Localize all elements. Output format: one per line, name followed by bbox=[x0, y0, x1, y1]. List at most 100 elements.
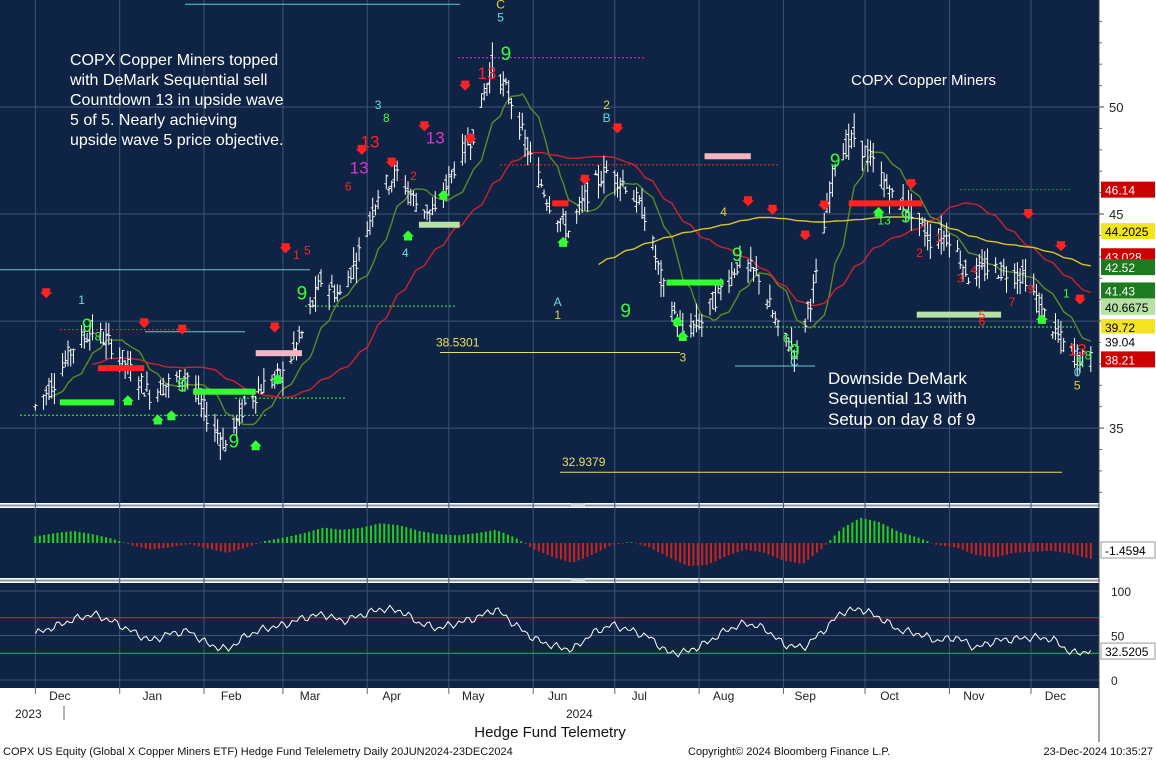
annotation-text: Downside DeMark bbox=[828, 369, 967, 388]
macd-bar bbox=[869, 519, 872, 543]
setup-bar bbox=[704, 153, 751, 160]
macd-bar bbox=[657, 543, 660, 552]
macd-bar bbox=[409, 528, 412, 543]
macd-bar bbox=[727, 543, 730, 556]
macd-bar bbox=[445, 534, 448, 543]
macd-bar bbox=[913, 536, 916, 543]
macd-bar bbox=[180, 543, 183, 546]
demark-count-digit: 8 bbox=[383, 111, 390, 125]
macd-bar bbox=[838, 531, 841, 543]
macd-bar bbox=[997, 543, 1000, 557]
macd-bar bbox=[922, 539, 925, 543]
macd-bar bbox=[939, 543, 942, 546]
macd-bar bbox=[692, 543, 695, 566]
macd-bar bbox=[793, 543, 796, 563]
macd-bar bbox=[113, 539, 116, 543]
macd-bar bbox=[975, 543, 978, 556]
macd-bar bbox=[228, 543, 231, 553]
demark-count-digit: 1 bbox=[293, 248, 300, 262]
x-tick-label: May bbox=[462, 689, 485, 703]
macd-bar bbox=[82, 532, 85, 543]
demark-count-digit: 1 bbox=[935, 231, 942, 245]
macd-bar bbox=[723, 543, 726, 558]
macd-bar bbox=[74, 531, 77, 543]
macd-bar bbox=[162, 543, 165, 549]
macd-bar bbox=[674, 543, 677, 561]
price-tag-label: 40.6675 bbox=[1105, 301, 1149, 315]
demark-count-digit: 4 bbox=[402, 246, 409, 260]
demark-count-digit: 6 bbox=[345, 179, 352, 193]
macd-bar bbox=[272, 539, 275, 543]
macd-bar bbox=[78, 531, 81, 543]
macd-bar bbox=[617, 543, 620, 544]
macd-bar bbox=[471, 533, 474, 543]
macd-bar bbox=[824, 543, 827, 545]
price-tag-label: 44.2025 bbox=[1105, 225, 1149, 239]
macd-bar bbox=[873, 520, 876, 543]
macd-bar bbox=[908, 535, 911, 543]
macd-bar bbox=[308, 531, 311, 543]
demark-count-label: 13 bbox=[350, 158, 369, 177]
macd-bar bbox=[38, 535, 41, 543]
macd-bar bbox=[171, 543, 174, 547]
macd-bar bbox=[877, 521, 880, 543]
price-tag-label: 39.72 bbox=[1105, 321, 1135, 335]
macd-bar bbox=[1001, 543, 1004, 556]
macd-bar bbox=[131, 543, 134, 546]
rsi-tick-label: 50 bbox=[1111, 630, 1125, 644]
macd-bar bbox=[65, 531, 68, 543]
macd-bar bbox=[948, 543, 951, 547]
macd-bar bbox=[811, 543, 814, 557]
demark-count-digit: 8 bbox=[95, 329, 102, 343]
macd-bar bbox=[127, 543, 130, 545]
macd-bar bbox=[860, 517, 863, 543]
macd-bar bbox=[286, 536, 289, 543]
macd-bar bbox=[789, 543, 792, 562]
x-tick-label: Mar bbox=[300, 689, 321, 703]
macd-bar bbox=[966, 543, 969, 552]
macd-bar bbox=[1076, 543, 1079, 556]
macd-bar bbox=[714, 543, 717, 562]
macd-bar bbox=[573, 543, 576, 563]
macd-bar bbox=[957, 543, 960, 549]
macd-bar bbox=[1085, 543, 1088, 558]
macd-bar bbox=[634, 543, 637, 544]
macd-bar bbox=[374, 524, 377, 543]
macd-bar bbox=[970, 543, 973, 554]
price-tag-label: 41.43 bbox=[1105, 284, 1135, 298]
macd-bar bbox=[639, 543, 642, 545]
annotation-text: Sequential 13 with bbox=[828, 389, 967, 408]
setup-bar bbox=[552, 200, 569, 207]
macd-bar bbox=[679, 543, 682, 563]
annotation-text: COPX Copper Miners topped bbox=[70, 52, 278, 69]
macd-bar bbox=[1072, 543, 1075, 555]
macd-bar bbox=[202, 543, 205, 548]
macd-bar bbox=[577, 543, 580, 561]
macd-bar bbox=[339, 529, 342, 543]
demark-count-digit: C bbox=[790, 355, 799, 369]
macd-bar bbox=[979, 543, 982, 556]
x-tick-label: Dec bbox=[49, 689, 70, 703]
macd-bar bbox=[758, 543, 761, 553]
macd-bar bbox=[369, 525, 372, 543]
macd-bar bbox=[290, 535, 293, 543]
macd-bar bbox=[294, 534, 297, 543]
annotation-text: with DeMark Sequential sell bbox=[69, 72, 267, 89]
year-label: 2024 bbox=[566, 707, 593, 721]
demark-count-digit: 5 bbox=[1077, 355, 1084, 369]
macd-bar bbox=[56, 532, 59, 543]
macd-bar bbox=[670, 543, 673, 559]
bloomberg-chart: 38.5301 32.9379 13 13 13 13 13 9 9 9 9 9 9 9 9 9 9 5 C 2 B A… bbox=[0, 0, 1156, 759]
macd-bar bbox=[586, 543, 589, 557]
macd-bar bbox=[595, 543, 598, 553]
macd-bar bbox=[701, 543, 704, 566]
macd-bar bbox=[502, 532, 505, 543]
macd-bar bbox=[935, 543, 938, 545]
macd-bar bbox=[851, 522, 854, 543]
macd-bar bbox=[559, 543, 562, 560]
macd-bar bbox=[952, 543, 955, 548]
x-tick-label: Dec bbox=[1045, 689, 1066, 703]
macd-bar bbox=[264, 541, 267, 543]
macd-bar bbox=[1067, 543, 1070, 554]
x-tick-label: Aug bbox=[713, 689, 734, 703]
